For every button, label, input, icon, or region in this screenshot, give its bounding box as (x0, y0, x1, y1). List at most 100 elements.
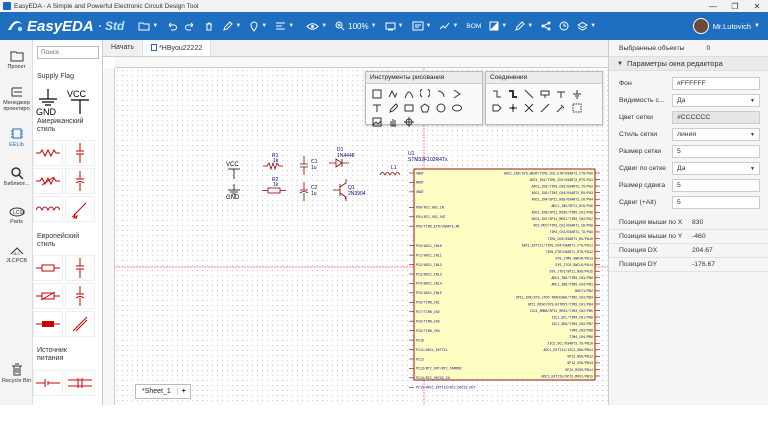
ic-pin[interactable]: ADC1_IN8/TIM3_CH3/PB0 (551, 276, 600, 280)
ic-pin[interactable]: SPI1_SCK/SYS_JTDO-TRACESWO/TIM2_CH2/PB3 (516, 296, 600, 300)
tool-line[interactable] (369, 87, 385, 101)
tool-pin[interactable] (537, 101, 553, 115)
nav-item-jlcpcb[interactable]: JLC JLCPCB (0, 235, 33, 274)
inductor-l1[interactable]: L1 (379, 165, 401, 176)
ic-pin[interactable]: ADC1_IN9/TIM3_CH4/PB1 (551, 283, 600, 287)
ic-pin[interactable]: RCC_MCO/TIM1_CH1/USART1_CK/PA8 (534, 224, 600, 228)
resistor-r1[interactable]: R1 1k (263, 153, 283, 171)
property-input[interactable]: 5 (672, 196, 760, 209)
add-sheet-button[interactable]: + (178, 388, 190, 395)
ic-pin[interactable]: I2C2_SCL/USART3_TX/PB10 (547, 342, 600, 346)
edit-menu-button[interactable]: ▼ (515, 21, 533, 31)
ic-pin[interactable]: SPI1_MISO/SYS_NJTRST/TIM3_CH1/PB4 (528, 302, 600, 306)
battery-symbol[interactable] (33, 370, 63, 396)
ic-pin[interactable]: I2C1_SCL/TIM4_CH1/PB6 (551, 315, 600, 319)
format-menu-button[interactable]: ▼ (275, 21, 294, 31)
view-menu-button[interactable]: ▼ (306, 22, 327, 31)
ic-pin[interactable]: PC12 (409, 357, 424, 361)
ic-pin[interactable]: VBAT (409, 190, 424, 194)
tool-image[interactable] (369, 115, 385, 129)
minimize-button[interactable]: — (702, 2, 724, 11)
tool-junction[interactable] (505, 101, 521, 115)
zoom-control[interactable]: 100% ▼ (335, 21, 377, 31)
tool-bus[interactable] (505, 87, 521, 101)
inductor-eu[interactable] (33, 311, 63, 337)
tool-text[interactable] (369, 101, 385, 115)
nav-item-parts[interactable]: LCSC Parts (0, 196, 33, 235)
varistor-eu[interactable] (33, 283, 63, 309)
property-input[interactable]: 5 (672, 145, 760, 158)
tool-drag[interactable] (385, 115, 401, 129)
section-header[interactable]: ▼ Параметры окна редактора (609, 57, 768, 71)
ic-pin[interactable]: BOOT1/PB2 (575, 289, 600, 293)
ic-pin[interactable]: TIM1_ETR/USART1_RTS/PA12 (546, 250, 600, 254)
schematic-canvas[interactable]: VCC GND R1 1k R2 1k C1 1u C2 1u D1 1N444… (115, 68, 608, 405)
property-select[interactable]: Да ▼ (672, 94, 760, 107)
tool-bus-entry[interactable] (521, 87, 537, 101)
ic-pin[interactable]: PC10 (409, 338, 424, 342)
ic-pin[interactable]: ADC1_EXTI15/SPI2_MOSI/PB15 (542, 374, 600, 378)
tool-no-connect[interactable] (521, 101, 537, 115)
place-menu-button[interactable]: ▼ (249, 21, 267, 32)
pot-us[interactable] (65, 196, 95, 222)
tool-wire[interactable] (489, 87, 505, 101)
capacitor-eu[interactable] (65, 255, 95, 281)
ic-pin[interactable]: I2C1_SDA/TIM4_CH2/PB7 (551, 322, 600, 326)
library-search-input[interactable] (37, 46, 99, 59)
close-button[interactable]: ✕ (746, 2, 768, 11)
tool-freehand[interactable] (385, 101, 401, 115)
tool-polygon[interactable] (417, 101, 433, 115)
maximize-button[interactable]: ❐ (724, 2, 746, 11)
simulate-button[interactable]: ▼ (439, 21, 458, 31)
polarized-cap-us[interactable] (65, 168, 95, 194)
undo-button[interactable] (166, 21, 178, 31)
tool-polyline[interactable] (385, 87, 401, 101)
ic-pin[interactable]: TIM1_CH3/USART1_RX/PA10 (547, 237, 600, 241)
gnd-symbol[interactable]: GND (226, 184, 240, 201)
ic-pin[interactable]: ADC1_IN6/SPI1_MISO/TIM3_CH1/PA6 (532, 211, 600, 215)
property-select[interactable]: линия ▼ (672, 128, 760, 141)
ic-pin[interactable]: ADC1_IN7/SPI1_MOSI/TIM3_CH2/PA7 (532, 217, 600, 221)
ic-u1[interactable]: U1 STM32F102R4Tx VBATNRSTVBATPD0/RCC_OSC… (408, 151, 600, 390)
ic-pin[interactable]: ADC1_IN2/TIM2_CH3/USART2_TX/PA2 (532, 184, 600, 188)
nav-item-recycle-bin[interactable]: Recycle Bin (0, 354, 33, 393)
nav-item-libraries[interactable]: Библиот... (0, 157, 33, 196)
diode-d1[interactable]: D1 1N4448 (329, 147, 355, 168)
ic-pin[interactable]: NRST (409, 181, 424, 185)
tool-rect[interactable] (401, 101, 417, 115)
vcc-symbol[interactable]: VCC (65, 85, 95, 119)
capacitor-c1[interactable]: C1 1u (300, 156, 318, 175)
vcc-symbol[interactable]: VCC (226, 162, 240, 179)
property-input[interactable]: 5 (672, 179, 760, 192)
nav-item-project[interactable]: Проект (0, 40, 33, 79)
gnd-symbol[interactable]: GND (33, 85, 63, 119)
capacitor-us[interactable] (65, 140, 95, 166)
bom-button[interactable]: BOM (466, 23, 481, 30)
tab-schematic[interactable]: *НВyou22222 (143, 40, 212, 56)
share-button[interactable] (541, 21, 551, 31)
tool-probe[interactable] (553, 101, 569, 115)
tab-start[interactable]: Начать (103, 40, 144, 56)
resistor-r2[interactable]: R2 1k (262, 177, 286, 194)
capacitor-c2[interactable]: C2 1u (299, 182, 318, 201)
resistor-eu[interactable] (33, 255, 63, 281)
sheet-tab[interactable]: *Sheet_1 (136, 388, 178, 395)
file-menu-button[interactable]: ▼ (138, 21, 158, 31)
inductor-us[interactable] (33, 196, 63, 222)
ic-pin[interactable]: ADC1_IN0/SYS_WKUP/TIM2_CH1_ETR/USART2_CT… (504, 171, 600, 175)
nav-item-eelib[interactable]: EELib (0, 118, 33, 157)
easyeda-logo[interactable]: EasyEDA · Std (6, 18, 124, 35)
ic-pin[interactable]: ADC1_IN1/TIM2_CH2/USART2_RTS/PA1 (530, 178, 600, 182)
user-menu[interactable]: Mr.Lutovich ▼ (692, 18, 760, 34)
draw-menu-button[interactable]: ▼ (222, 21, 241, 31)
tool-arc[interactable] (417, 87, 433, 101)
tool-netlabel[interactable] (537, 87, 553, 101)
varistor-us[interactable] (33, 168, 63, 194)
ic-pin[interactable]: PC14/RCC_OSC32_IN (409, 376, 450, 380)
history-button[interactable] (559, 21, 569, 31)
nav-item-design-manager[interactable]: Менеджер проектиро (0, 79, 33, 118)
ic-pin[interactable]: ADC1_IN4/SPI1_NSS/USART2_CK/PA4 (532, 197, 600, 201)
delete-button[interactable] (204, 21, 214, 31)
property-input[interactable]: #FFFFFF (672, 77, 760, 90)
design-menu-button[interactable]: ▼ (412, 21, 431, 31)
